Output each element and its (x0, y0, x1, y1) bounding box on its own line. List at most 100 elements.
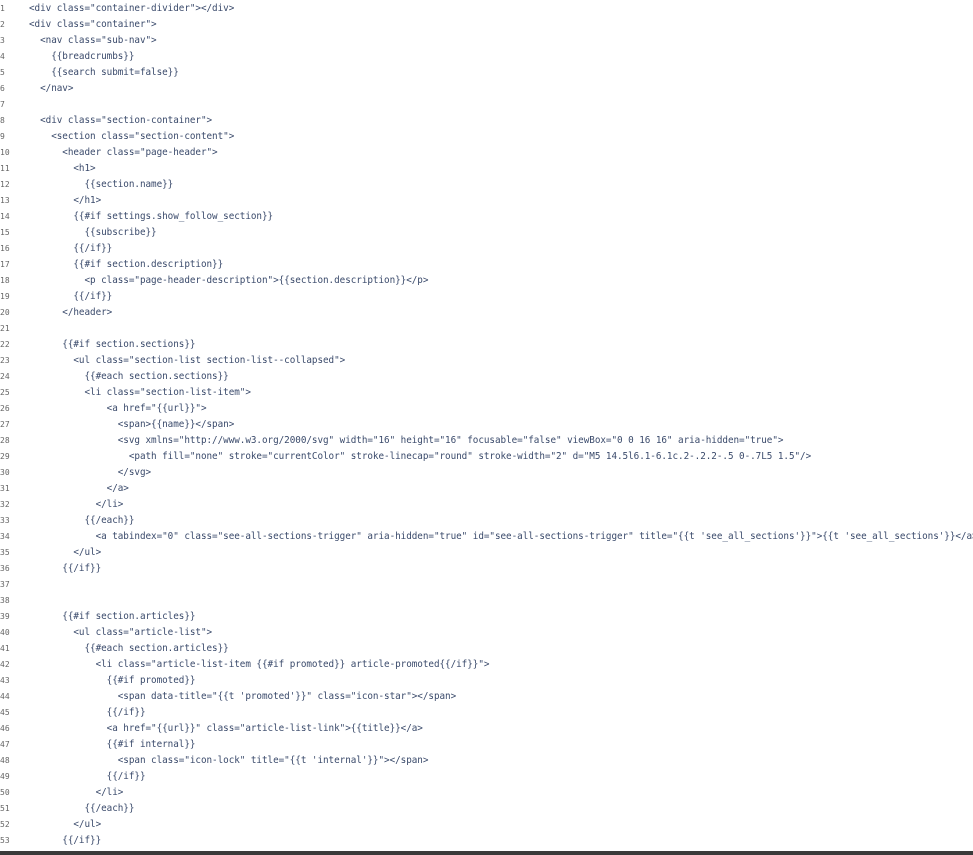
code-line: 30 </svg> (0, 465, 973, 481)
code-line: 17 {{#if section.description}} (0, 257, 973, 273)
code-line: 5 {{search submit=false}} (0, 65, 973, 81)
code-line: 3 <nav class="sub-nav"> (0, 33, 973, 49)
line-number: 28 (0, 436, 10, 445)
code-line: 35 </ul> (0, 545, 973, 561)
code-text: <header class="page-header"> (29, 147, 218, 158)
line-number: 33 (0, 516, 10, 525)
code-line: 23 <ul class="section-list section-list-… (0, 353, 973, 369)
code-line: 20 </header> (0, 305, 973, 321)
code-line: 10 <header class="page-header"> (0, 145, 973, 161)
line-number: 7 (0, 100, 5, 109)
code-line: 26 <a href="{{url}}"> (0, 401, 973, 417)
line-number: 37 (0, 580, 10, 589)
code-viewer[interactable]: 1 <div class="container-divider"></div> 2… (0, 0, 973, 850)
line-number: 40 (0, 628, 10, 637)
line-number: 47 (0, 740, 10, 749)
code-text: {{#if settings.show_follow_section}} (29, 211, 274, 222)
code-line: 2 <div class="container"> (0, 17, 973, 33)
code-text: <section class="section-content"> (29, 131, 235, 142)
line-number: 27 (0, 420, 10, 429)
code-text: {{search submit=false}} (29, 67, 179, 78)
line-number: 35 (0, 548, 10, 557)
code-line: 49 {{/if}} (0, 769, 973, 785)
code-line: 40 <ul class="article-list"> (0, 625, 973, 641)
code-text: </nav> (29, 83, 74, 94)
code-line: 39 {{#if section.articles}} (0, 609, 973, 625)
code-line: 1 <div class="container-divider"></div> (0, 1, 973, 17)
code-line: 29 <path fill="none" stroke="currentColo… (0, 449, 973, 465)
line-number: 38 (0, 596, 10, 605)
code-text: {{section.name}} (29, 179, 174, 190)
line-number: 6 (0, 84, 5, 93)
code-text: <div class="container-divider"></div> (29, 3, 235, 14)
line-number: 22 (0, 340, 10, 349)
code-text: {{/if}} (29, 835, 102, 846)
code-text: <span data-title="{{t 'promoted'}}" clas… (29, 691, 457, 702)
line-number: 30 (0, 468, 10, 477)
code-text: {{#if promoted}} (29, 675, 196, 686)
line-number: 53 (0, 836, 10, 845)
line-number: 23 (0, 356, 10, 365)
code-text: <ul class="section-list section-list--co… (29, 355, 346, 366)
code-text: </li> (29, 787, 124, 798)
code-text: </li> (29, 499, 124, 510)
code-text: {{#if section.articles}} (29, 611, 196, 622)
code-line: 52 </ul> (0, 817, 973, 833)
code-line: 38 (0, 593, 973, 609)
code-text: <h1> (29, 163, 96, 174)
code-text: {{subscribe}} (29, 227, 157, 238)
code-line: 48 <span class="icon-lock" title="{{t 'i… (0, 753, 973, 769)
code-text: {{/if}} (29, 771, 146, 782)
line-number: 19 (0, 292, 10, 301)
line-number: 21 (0, 324, 10, 333)
code-line: 14 {{#if settings.show_follow_section}} (0, 209, 973, 225)
line-number: 32 (0, 500, 10, 509)
line-number: 5 (0, 68, 5, 77)
code-line: 18 <p class="page-header-description">{{… (0, 273, 973, 289)
code-text: <nav class="sub-nav"> (29, 35, 157, 46)
horizontal-scrollbar[interactable] (0, 851, 973, 855)
line-number: 10 (0, 148, 10, 157)
code-text: <div class="section-container"> (29, 115, 213, 126)
code-line: 51 {{/each}} (0, 801, 973, 817)
line-number: 20 (0, 308, 10, 317)
code-text: <div class="container"> (29, 19, 157, 30)
code-line: 53 {{/if}} (0, 833, 973, 849)
code-line: 37 (0, 577, 973, 593)
line-number: 4 (0, 52, 5, 61)
code-text: {{/each}} (29, 803, 135, 814)
code-line: 31 </a> (0, 481, 973, 497)
code-line: 12 {{section.name}} (0, 177, 973, 193)
line-number: 48 (0, 756, 10, 765)
code-line: 46 <a href="{{url}}" class="article-list… (0, 721, 973, 737)
code-line: 41 {{#each section.articles}} (0, 641, 973, 657)
line-number: 39 (0, 612, 10, 621)
code-text: {{/if}} (29, 707, 146, 718)
line-number: 1 (0, 4, 5, 13)
line-number: 24 (0, 372, 10, 381)
line-number: 46 (0, 724, 10, 733)
code-text: <svg xmlns="http://www.w3.org/2000/svg" … (29, 435, 784, 446)
code-text: {{/if}} (29, 291, 113, 302)
line-number: 9 (0, 132, 5, 141)
line-number: 29 (0, 452, 10, 461)
line-number: 45 (0, 708, 10, 717)
code-line: 50 </li> (0, 785, 973, 801)
code-text: </ul> (29, 819, 102, 830)
code-text: </svg> (29, 467, 152, 478)
code-line: 42 <li class="article-list-item {{#if pr… (0, 657, 973, 673)
code-line: 25 <li class="section-list-item"> (0, 385, 973, 401)
code-text: {{breadcrumbs}} (29, 51, 135, 62)
line-number: 12 (0, 180, 10, 189)
line-number: 26 (0, 404, 10, 413)
line-number: 43 (0, 676, 10, 685)
line-number: 31 (0, 484, 10, 493)
line-number: 52 (0, 820, 10, 829)
code-line: 45 {{/if}} (0, 705, 973, 721)
line-number: 11 (0, 164, 10, 173)
line-number: 17 (0, 260, 10, 269)
code-text: <span class="icon-lock" title="{{t 'inte… (29, 755, 429, 766)
line-number: 25 (0, 388, 10, 397)
code-line: 7 (0, 97, 973, 113)
code-text: {{#each section.sections}} (29, 371, 229, 382)
